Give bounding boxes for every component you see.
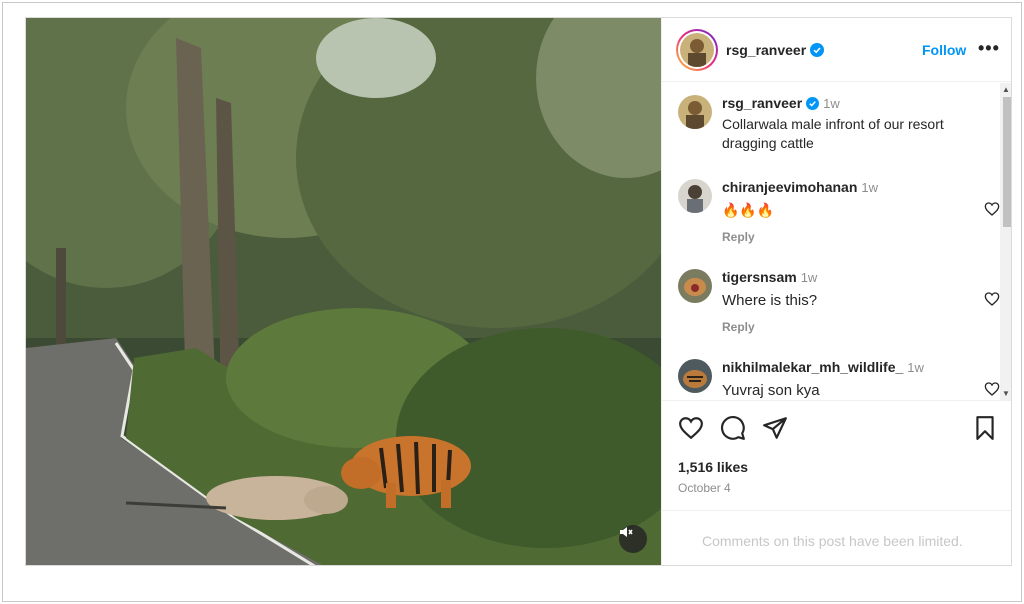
comment-text: Yuvraj son kya [722,382,820,399]
post-video[interactable] [26,18,661,565]
caption-text: Collarwala male infront of our resort dr… [722,116,944,151]
share-icon[interactable] [762,415,788,441]
comment-time: 1w [907,360,924,375]
comment-avatar[interactable] [678,179,712,213]
author-photo [678,95,712,129]
browser-frame: rsg_ranveer Follow ••• rsg_ranveer 1w Col… [2,2,1022,602]
instagram-post: rsg_ranveer Follow ••• rsg_ranveer 1w Col… [25,17,1012,566]
post-side-panel: rsg_ranveer Follow ••• rsg_ranveer 1w Col… [661,18,1011,565]
caption-username[interactable]: rsg_ranveer [722,95,820,111]
comment-username[interactable]: nikhilmalekar_mh_wildlife_ [722,359,903,375]
scroll-thumb[interactable] [1003,97,1011,227]
video-frame-illustration [26,18,661,565]
comment-text: 🔥🔥🔥 [722,202,775,218]
more-options-icon[interactable]: ••• [978,38,1000,59]
comments-scrollbar[interactable]: ▲ ▼ [1000,83,1011,400]
scroll-up-arrow-icon[interactable]: ▲ [1002,85,1010,94]
verified-badge-icon [810,43,825,57]
author-avatar[interactable] [676,29,718,71]
mute-button[interactable] [619,525,647,553]
comment-avatar[interactable] [678,269,712,303]
caption-avatar[interactable] [678,95,712,129]
reply-button[interactable]: Reply [722,320,972,334]
muted-speaker-icon [620,527,633,537]
comment-text: Where is this? [722,292,818,309]
follow-button[interactable]: Follow [922,42,966,58]
commenter-photo [678,269,712,303]
comment-heart-icon[interactable] [984,381,1000,397]
comment-avatar[interactable] [678,359,712,393]
comment-heart-icon[interactable] [984,291,1000,307]
scroll-down-arrow-icon[interactable]: ▼ [1002,389,1010,398]
likes-count[interactable]: 1,516 likes [678,459,748,475]
comment-username[interactable]: tigersnsam [722,269,797,285]
comments-limited-text: Comments on this post have been limited. [702,533,963,549]
comment-icon[interactable] [720,415,746,441]
heart-icon[interactable] [678,415,704,441]
comment-time: 1w [861,180,879,195]
comment-heart-icon[interactable] [984,201,1000,217]
comment-username[interactable]: chiranjeevimohanan [722,179,857,195]
reply-button[interactable]: Reply [722,230,972,244]
commenter-photo [678,179,712,213]
author-username[interactable]: rsg_ranveer [726,42,825,58]
verified-badge-icon [806,97,820,110]
comment-time: 1w [800,270,818,285]
commenter-photo [678,359,712,393]
bookmark-icon[interactable] [972,415,998,441]
comments-list: rsg_ranveer 1w Collarwala male infront of… [662,83,1011,400]
comments-limited-notice: Comments on this post have been limited. [662,510,1011,565]
caption-time: 1w [823,96,840,111]
author-photo [680,33,714,67]
post-date: October 4 [678,481,731,495]
post-actions: 1,516 likes October 4 [662,400,1011,500]
post-header: rsg_ranveer Follow ••• [662,18,1011,82]
